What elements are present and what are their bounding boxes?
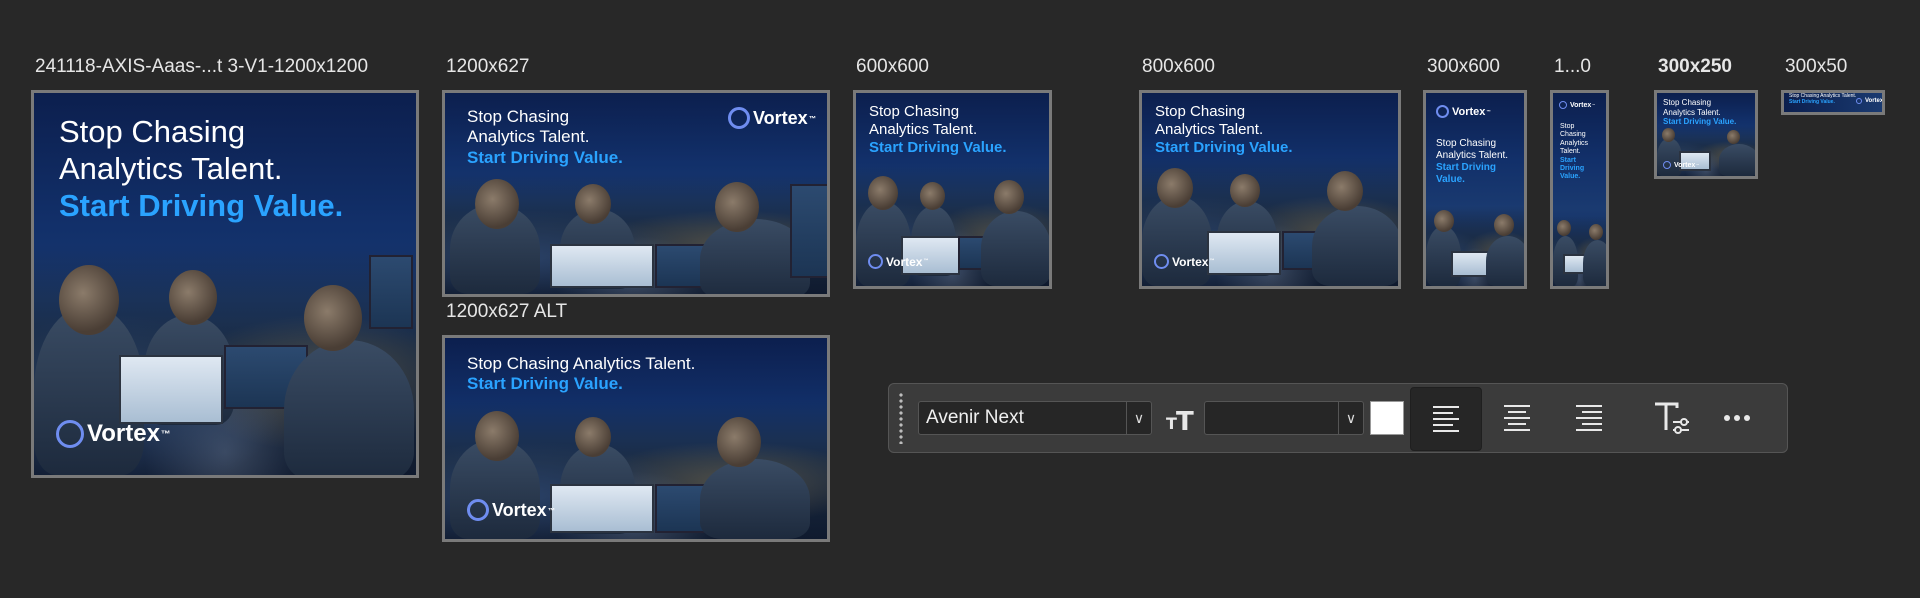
ad-headline: Stop Chasing Analytics Talent. Start Dri…	[1436, 138, 1509, 185]
ad-headline: Stop Chasing Analytics Talent. Start Dri…	[1789, 93, 1857, 105]
artboard-300x50[interactable]: Stop Chasing Analytics Talent. Start Dri…	[1781, 90, 1885, 115]
artboard-300x600[interactable]: Vortex ™ Stop Chasing Analytics Talent. S…	[1423, 90, 1527, 289]
vortex-logo: Vortex™	[868, 254, 928, 269]
align-right-button[interactable]	[1554, 387, 1624, 449]
vortex-logo: Vortex™	[1154, 254, 1214, 269]
chevron-down-icon[interactable]: ∨	[1338, 402, 1363, 434]
vortex-logo-icon	[1663, 161, 1671, 169]
vortex-logo-icon	[868, 254, 883, 269]
vortex-logo-icon	[1856, 98, 1862, 104]
artboard-label-160x600[interactable]: 1...0	[1554, 56, 1591, 78]
vortex-logo: Vortex™	[1663, 161, 1699, 169]
ad-photo	[445, 174, 827, 294]
vortex-logo: Vortex™	[467, 499, 555, 521]
ad-headline: Stop Chasing Analytics Talent. Start Dri…	[1560, 123, 1589, 181]
contextual-text-toolbar: Avenir Next ∨ T T ∨	[888, 383, 1788, 453]
ad-headline: Stop Chasing Analytics Talent. Start Dri…	[1663, 98, 1737, 127]
artboard-600x600[interactable]: Stop Chasing Analytics Talent. Start Dri…	[853, 90, 1052, 289]
font-family-field[interactable]: Avenir Next ∨	[918, 401, 1152, 435]
vortex-logo: Vortex™	[56, 420, 171, 448]
ad-headline: Stop Chasing Analytics Talent. Start Dri…	[1155, 103, 1293, 156]
align-left-button[interactable]	[1410, 387, 1482, 451]
artboard-label-1200x627-alt[interactable]: 1200x627 ALT	[446, 301, 567, 323]
vortex-logo-icon	[1559, 101, 1567, 109]
align-left-icon	[1433, 406, 1459, 432]
ad-headline: Stop Chasing Analytics Talent. Start Dri…	[467, 354, 696, 394]
vortex-logo: Vortex™	[1559, 101, 1595, 109]
artboard-label-300x50[interactable]: 300x50	[1785, 56, 1847, 78]
vortex-logo-icon	[1154, 254, 1169, 269]
ad-photo	[1553, 216, 1606, 286]
more-button[interactable]	[1707, 387, 1767, 449]
vortex-logo-icon	[467, 499, 489, 521]
svg-text:T: T	[1176, 407, 1194, 433]
align-right-icon	[1576, 405, 1602, 431]
artboard-800x600[interactable]: Stop Chasing Analytics Talent. Start Dri…	[1139, 90, 1401, 289]
text-options-icon	[1655, 402, 1689, 434]
drag-handle[interactable]	[896, 392, 906, 444]
artboard-label-1200x627[interactable]: 1200x627	[446, 56, 529, 78]
align-center-button[interactable]	[1482, 387, 1552, 449]
ad-photo	[1426, 206, 1524, 286]
artboard-1200x1200[interactable]: Stop Chasing Analytics Talent. Start Dri…	[31, 90, 419, 478]
artboard-label-300x600[interactable]: 300x600	[1427, 56, 1500, 78]
ad-headline: Stop Chasing Analytics Talent. Start Dri…	[869, 103, 1007, 156]
vortex-logo-icon	[1436, 105, 1449, 118]
artboard-160x600[interactable]: Vortex ™ Stop Chasing Analytics Talent. S…	[1550, 90, 1609, 289]
vortex-logo: Vortex™	[1436, 105, 1491, 118]
artboard-canvas: { "artboards": [ {"label": "241118-AXIS-…	[0, 0, 1920, 598]
vortex-logo-icon	[56, 420, 84, 448]
text-options-button[interactable]	[1636, 387, 1706, 449]
vortex-logo: Vortex™	[1856, 98, 1882, 104]
artboard-label-1200x1200[interactable]: 241118-AXIS-Aaas-...t 3-V1-1200x1200	[35, 56, 368, 78]
artboard-300x250[interactable]: Stop Chasing Analytics Talent. Start Dri…	[1654, 90, 1758, 179]
ad-headline: Stop Chasing Analytics Talent. Start Dri…	[467, 107, 623, 167]
artboard-label-300x250[interactable]: 300x250	[1658, 56, 1732, 78]
text-color-swatch[interactable]	[1370, 401, 1404, 435]
align-center-icon	[1504, 405, 1530, 431]
vortex-logo-icon	[728, 107, 750, 129]
font-size-field[interactable]: ∨	[1204, 401, 1364, 435]
artboard-label-800x600[interactable]: 800x600	[1142, 56, 1215, 78]
more-icon	[1724, 415, 1750, 421]
chevron-down-icon[interactable]: ∨	[1126, 402, 1151, 434]
ad-headline: Stop Chasing Analytics Talent. Start Dri…	[59, 114, 344, 224]
artboard-1200x627[interactable]: Stop Chasing Analytics Talent. Start Dri…	[442, 90, 830, 297]
vortex-logo: Vortex™	[728, 107, 816, 129]
artboard-label-600x600[interactable]: 600x600	[856, 56, 929, 78]
artboard-1200x627-alt[interactable]: Stop Chasing Analytics Talent. Start Dri…	[442, 335, 830, 542]
font-family-value: Avenir Next	[926, 407, 1024, 428]
text-size-icon[interactable]: T T	[1160, 387, 1204, 449]
